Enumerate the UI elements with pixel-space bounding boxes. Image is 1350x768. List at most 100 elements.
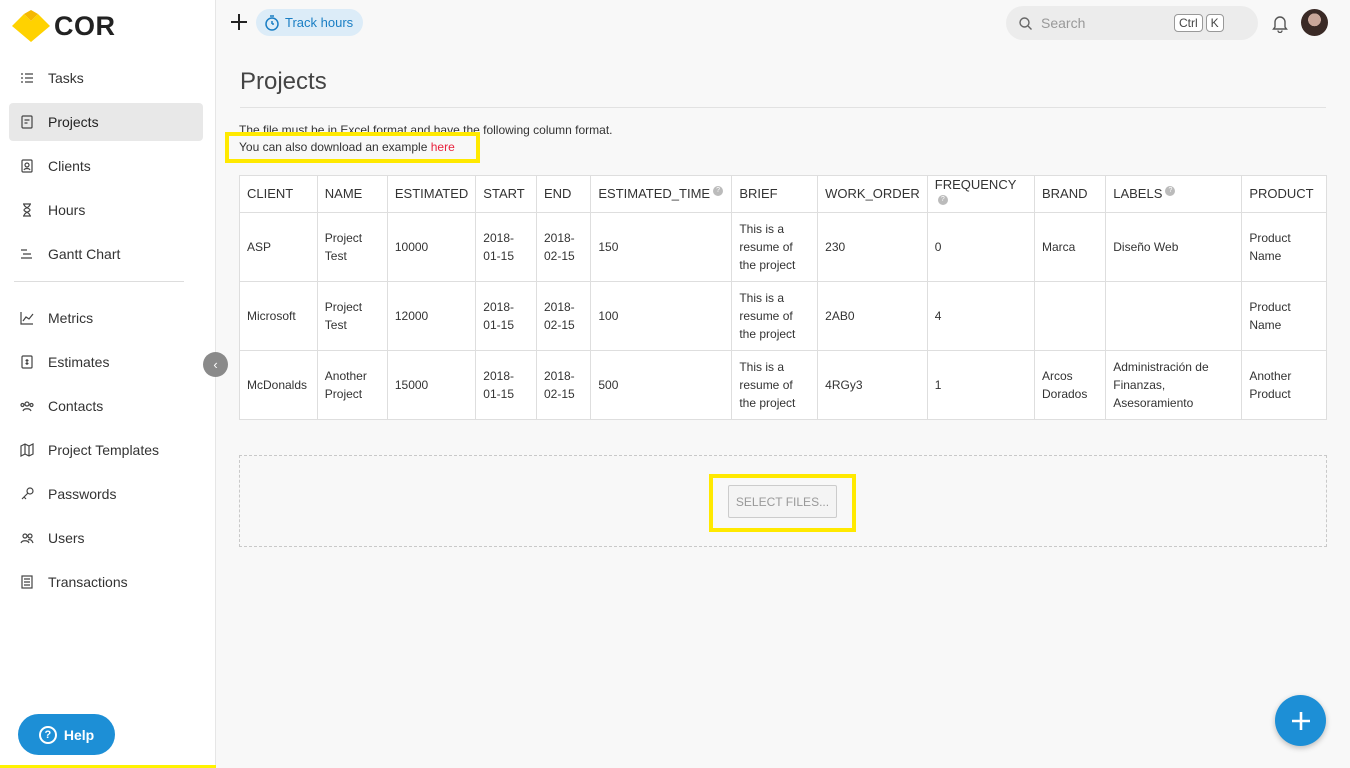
collapse-sidebar-button[interactable]: ‹ — [203, 352, 228, 377]
table-cell: Project Test — [316, 281, 388, 351]
sidebar-item-project-templates[interactable]: Project Templates — [9, 431, 203, 469]
sidebar-item-transactions[interactable]: Transactions — [9, 563, 203, 601]
table-cell: Diseño Web — [1105, 212, 1243, 282]
table-header-row: CLIENT NAME ESTIMATED START END ESTIMATE… — [239, 175, 1327, 213]
column-header: NAME — [316, 175, 388, 213]
table-cell: Another Project — [316, 350, 388, 420]
table-cell: Administración de Finanzas, Asesoramient… — [1105, 350, 1243, 420]
column-header: START — [475, 175, 537, 213]
help-question-icon[interactable]: ? — [713, 186, 724, 196]
table-cell: Product Name — [1241, 281, 1327, 351]
clients-icon — [20, 159, 34, 173]
map-icon — [20, 443, 34, 457]
table-cell: 2018-02-15 — [535, 281, 592, 351]
sidebar-item-hours[interactable]: Hours — [9, 191, 203, 229]
table-row: Microsoft Project Test 12000 2018-01-15 … — [239, 281, 1327, 351]
sidebar-item-metrics[interactable]: Metrics — [9, 299, 203, 337]
table-cell: 2018-01-15 — [475, 212, 537, 282]
sidebar-item-contacts[interactable]: Contacts — [9, 387, 203, 425]
table-cell: This is a resume of the project — [731, 350, 819, 420]
table-cell: 2018-01-15 — [475, 281, 537, 351]
table-cell: 4RGy3 — [817, 350, 928, 420]
users-icon — [20, 531, 34, 545]
stopwatch-icon — [265, 14, 279, 31]
highlight-box-download — [225, 132, 480, 163]
column-header: LABELS? — [1105, 175, 1243, 213]
key-icon — [20, 487, 34, 501]
column-header: END — [535, 175, 592, 213]
table-row: McDonalds Another Project 15000 2018-01-… — [239, 350, 1327, 420]
help-question-icon[interactable]: ? — [1165, 186, 1176, 196]
table-cell: 2018-02-15 — [535, 350, 592, 420]
sidebar-item-users[interactable]: Users — [9, 519, 203, 557]
sidebar-item-passwords[interactable]: Passwords — [9, 475, 203, 513]
help-button[interactable]: ? Help — [18, 714, 115, 755]
help-label: Help — [63, 726, 95, 743]
track-hours-label: Track hours — [285, 15, 354, 30]
table-cell: 10000 — [386, 212, 477, 282]
table-row: ASP Project Test 10000 2018-01-15 2018-0… — [239, 212, 1327, 282]
sidebar-item-projects[interactable]: Projects — [9, 103, 203, 141]
table-cell: McDonalds — [239, 350, 318, 420]
table-cell: Marca — [1033, 212, 1107, 282]
table-cell: Product Name — [1241, 212, 1327, 282]
tasks-icon — [20, 71, 34, 85]
sidebar-item-label: Estimates — [48, 354, 110, 370]
table-cell: 0 — [926, 212, 1036, 282]
metrics-icon — [20, 311, 34, 325]
sidebar-item-label: Metrics — [48, 310, 94, 326]
table-cell: 100 — [590, 281, 733, 351]
table-cell: 500 — [590, 350, 733, 420]
column-header: ESTIMATED — [386, 175, 477, 213]
sidebar-item-label: Transactions — [48, 574, 128, 590]
table-cell: 4 — [926, 281, 1036, 351]
search-icon — [1019, 16, 1032, 30]
chevron-left-icon: ‹ — [213, 357, 218, 372]
sidebar-nav: Tasks Projects Clients Hours Gantt Chart… — [9, 59, 203, 607]
help-question-icon[interactable]: ? — [937, 195, 948, 205]
table-cell: 230 — [817, 212, 928, 282]
sidebar-item-tasks[interactable]: Tasks — [9, 59, 203, 97]
plus-icon — [1291, 711, 1310, 730]
column-header: WORK_ORDER — [817, 175, 928, 213]
sidebar-item-estimates[interactable]: Estimates — [9, 343, 203, 381]
cor-logo[interactable]: COR — [12, 10, 116, 42]
sidebar-item-label: Project Templates — [48, 442, 160, 458]
logo-text: COR — [54, 10, 116, 41]
sidebar-item-label: Clients — [48, 158, 91, 174]
search-bar[interactable]: Ctrl K — [1006, 6, 1258, 40]
notifications-button[interactable] — [1270, 13, 1290, 34]
sidebar-item-label: Users — [48, 530, 85, 546]
track-hours-button[interactable]: Track hours — [256, 9, 364, 36]
logo-mark-icon — [12, 10, 50, 42]
sidebar-divider — [14, 281, 184, 282]
table-cell: This is a resume of the project — [731, 281, 819, 351]
table-cell: 15000 — [386, 350, 477, 420]
bell-icon — [1272, 16, 1288, 34]
shortcut-key-k: K — [1205, 14, 1224, 32]
contacts-icon — [20, 399, 34, 413]
user-avatar[interactable] — [1301, 9, 1328, 36]
create-button[interactable] — [229, 12, 249, 32]
sidebar-item-label: Tasks — [48, 70, 84, 86]
sidebar-item-gantt-chart[interactable]: Gantt Chart — [9, 235, 203, 273]
sidebar-item-label: Hours — [48, 202, 86, 218]
estimates-icon — [20, 355, 34, 369]
table-cell: 2018-02-15 — [535, 212, 592, 282]
table-cell: 2AB0 — [817, 281, 928, 351]
gantt-icon — [20, 247, 34, 261]
sidebar-item-clients[interactable]: Clients — [9, 147, 203, 185]
column-header: CLIENT — [239, 175, 318, 213]
sidebar-item-label: Projects — [48, 114, 99, 130]
plus-icon — [231, 14, 247, 30]
table-cell: This is a resume of the project — [731, 212, 819, 282]
search-input[interactable] — [1041, 15, 1171, 31]
table-cell: Another Product — [1241, 350, 1327, 420]
column-header: FREQUENCY? — [926, 175, 1036, 213]
hourglass-icon — [20, 203, 34, 217]
table-cell: 150 — [590, 212, 733, 282]
add-fab-button[interactable] — [1275, 695, 1326, 746]
table-cell: 2018-01-15 — [475, 350, 537, 420]
column-header: BRIEF — [731, 175, 819, 213]
column-header: BRAND — [1033, 175, 1107, 213]
